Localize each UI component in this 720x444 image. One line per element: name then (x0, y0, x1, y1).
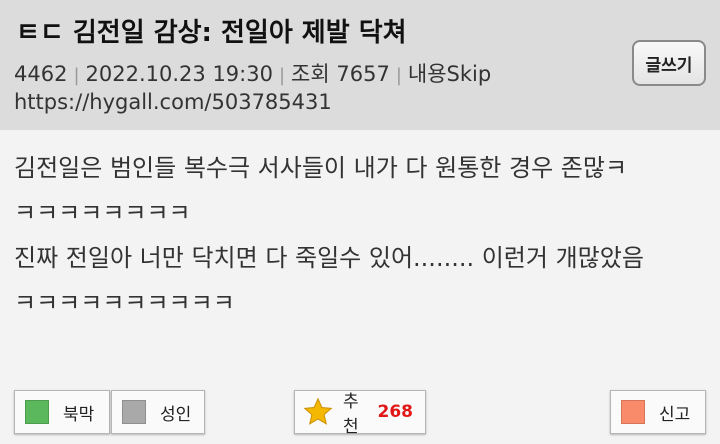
meta-separator: | (278, 65, 286, 86)
post-id: 4462 (14, 62, 68, 86)
star-icon (303, 397, 333, 425)
body-line: ㅋㅋㅋㅋㅋㅋㅋㅋㅋㅋ (14, 289, 235, 317)
post-meta: 4462 | 2022.10.23 19:30 | 조회 7657 | 내용Skip (14, 58, 491, 88)
post-datetime: 2022.10.23 19:30 (85, 62, 273, 86)
post-header: ㅌㄷ 김전일 감상: 전일아 제발 닥쳐 4462 | 2022.10.23 19:… (0, 0, 720, 130)
recommend-count: 268 (377, 402, 414, 422)
bookmark-label: 북막 (63, 404, 95, 425)
report-icon (621, 400, 645, 424)
bookmark-button[interactable]: 북막 (14, 390, 110, 434)
meta-separator: | (73, 65, 80, 86)
recommend-button[interactable]: 추천 268 (294, 390, 426, 437)
post-url[interactable]: https://hygall.com/503785431 (14, 90, 332, 114)
content-skip-link[interactable]: 내용Skip (408, 62, 491, 86)
post-views: 조회 7657 (291, 62, 390, 86)
write-button[interactable]: 글쓰기 (632, 40, 706, 86)
body-line: 김전일은 범인들 복수극 서사들이 내가 다 원통한 경우 존많ㅋ (14, 154, 628, 182)
meta-separator: | (395, 65, 402, 86)
body-line: ㅋㅋㅋㅋㅋㅋㅋㅋ (14, 199, 191, 227)
adult-label: 성인 (160, 404, 192, 425)
adult-icon (122, 400, 146, 424)
report-label: 신고 (659, 404, 691, 425)
post-title: ㅌㄷ 김전일 감상: 전일아 제발 닥쳐 (16, 18, 407, 48)
body-line: 진짜 전일아 너만 닥치면 다 죽일수 있어........ 이런거 개많았음 (14, 244, 644, 272)
adult-button[interactable]: 성인 (111, 390, 205, 434)
bookmark-icon (25, 400, 49, 424)
post-body: 김전일은 범인들 복수극 서사들이 내가 다 원통한 경우 존많ㅋ ㅋㅋㅋㅋㅋㅋ… (14, 146, 704, 326)
recommend-label: 추천 (343, 392, 359, 437)
report-button[interactable]: 신고 (610, 390, 706, 434)
